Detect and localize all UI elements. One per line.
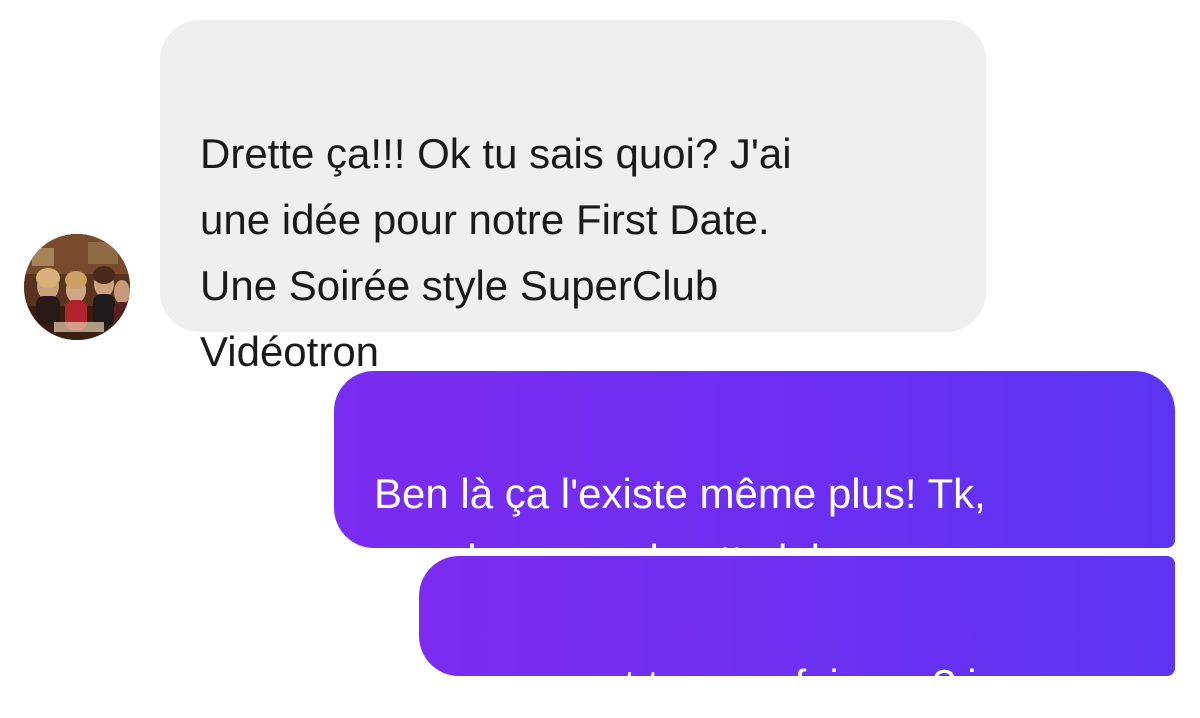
outgoing-message-bubble[interactable]: comment tu veux faire ça? je [419, 556, 1175, 708]
message-thread[interactable]: Drette ça!!! Ok tu sais quoi? J'ai une i… [0, 0, 1200, 708]
incoming-message-bubble[interactable]: Drette ça!!! Ok tu sais quoi? J'ai une i… [160, 20, 986, 375]
outgoing-message-bubble[interactable]: Ben là ça l'existe même plus! Tk, pas da… [334, 371, 1175, 583]
avatar-photo [24, 234, 130, 340]
outgoing-message-text: comment tu veux faire ça? je [463, 661, 1000, 708]
incoming-message-text: Drette ça!!! Ok tu sais quoi? J'ai une i… [200, 130, 792, 375]
contact-avatar[interactable] [24, 234, 130, 340]
